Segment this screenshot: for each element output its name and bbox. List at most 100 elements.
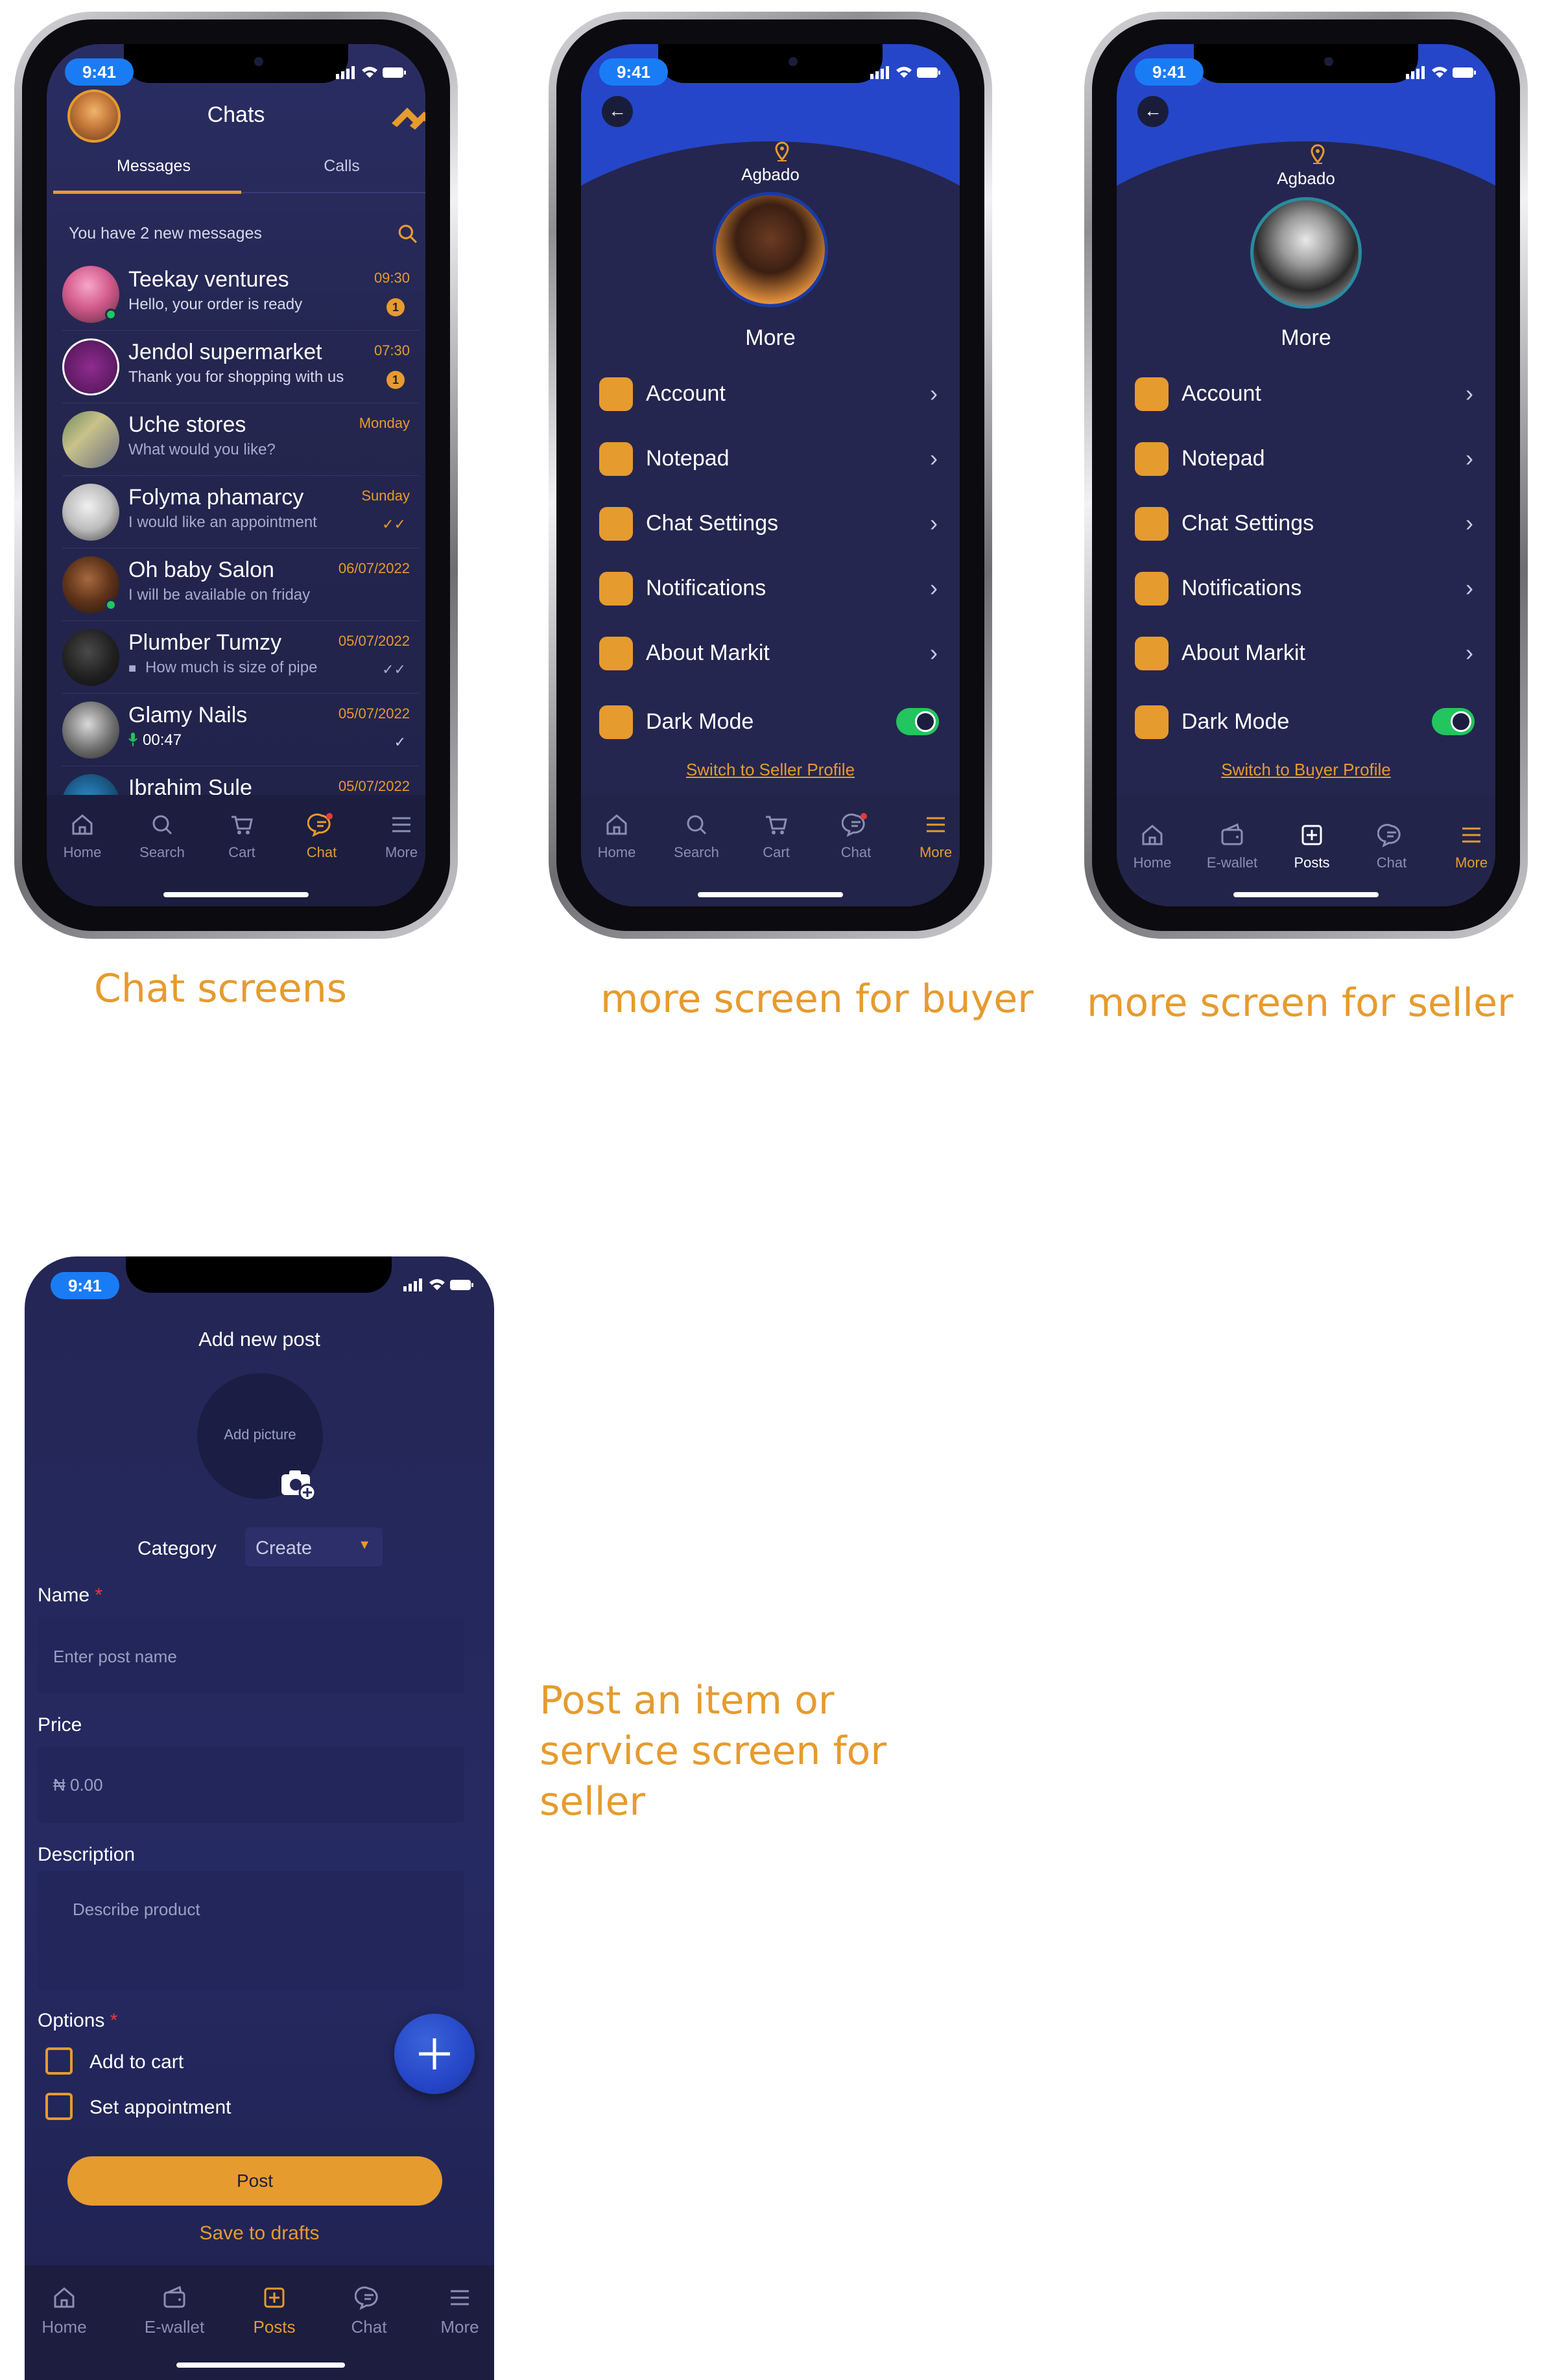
menu-item-notifications[interactable]: Notifications › bbox=[1135, 568, 1477, 609]
home-icon bbox=[54, 2287, 75, 2308]
chat-row[interactable]: Uche stores What would you like? Monday bbox=[62, 403, 419, 476]
profile-picture[interactable] bbox=[1250, 197, 1362, 309]
nav-chat[interactable]: Chat bbox=[820, 810, 892, 861]
switch-profile-link[interactable]: Switch to Buyer Profile bbox=[1117, 760, 1495, 780]
nav-cart[interactable]: Cart bbox=[741, 810, 812, 861]
chat-name: Uche stores bbox=[128, 412, 246, 437]
phone-chat: 9:41 Chats Messages Calls You have 2 new… bbox=[14, 12, 458, 939]
search-icon[interactable] bbox=[397, 223, 418, 244]
nav-home[interactable]: Home bbox=[29, 2283, 100, 2337]
camera-dot bbox=[788, 57, 798, 66]
options-label: Options * bbox=[38, 2010, 117, 2032]
chat-row[interactable]: Jendol supermarket Thank you for shoppin… bbox=[62, 331, 419, 403]
chat-row[interactable]: Glamy Nails 00:47 05/07/2022 ✓ bbox=[62, 694, 419, 766]
description-input[interactable]: Describe product bbox=[38, 1871, 464, 1990]
nav-ewallet[interactable]: E-wallet bbox=[1196, 821, 1268, 871]
nav-home[interactable]: Home bbox=[1117, 821, 1188, 871]
nav-chat[interactable]: Chat bbox=[333, 2283, 405, 2337]
post-button[interactable]: Post bbox=[67, 2156, 442, 2206]
add-option-button[interactable] bbox=[394, 2014, 475, 2094]
price-label: Price bbox=[38, 1714, 82, 1736]
phone-bezel: 9:41 ← Agbado More Account › Notepad › C… bbox=[556, 19, 984, 931]
nav-more[interactable]: More bbox=[424, 2283, 494, 2337]
bottom-nav: Home E-wallet Posts Chat More bbox=[1117, 795, 1495, 906]
nav-label: Home bbox=[63, 844, 102, 860]
menu-label: About Markit bbox=[646, 641, 770, 665]
status-icons bbox=[870, 66, 940, 79]
chevron-right-icon: › bbox=[930, 380, 938, 406]
chat-row[interactable]: Folyma phamarcy I would like an appointm… bbox=[62, 476, 419, 548]
nav-ewallet[interactable]: E-wallet bbox=[132, 2283, 217, 2337]
chat-row[interactable]: Teekay ventures Hello, your order is rea… bbox=[62, 258, 419, 331]
set-appointment-checkbox[interactable] bbox=[45, 2093, 73, 2120]
markit-logo-icon[interactable] bbox=[390, 104, 425, 132]
chat-preview: What would you like? bbox=[128, 441, 276, 458]
profile-picture[interactable] bbox=[713, 192, 828, 307]
name-input[interactable]: Enter post name bbox=[38, 1617, 464, 1693]
page-title: More bbox=[1281, 325, 1331, 350]
caption-post: Post an item or service screen for selle… bbox=[540, 1678, 887, 1824]
nav-home[interactable]: Home bbox=[581, 810, 652, 861]
chat-row[interactable]: Plumber Tumzy ■ How much is size of pipe… bbox=[62, 621, 419, 694]
camera-add-icon[interactable] bbox=[279, 1468, 318, 1502]
nav-search[interactable]: Search bbox=[661, 810, 732, 861]
menu-label: Notepad bbox=[646, 446, 730, 471]
moon-icon bbox=[599, 705, 633, 739]
menu-label: Account bbox=[646, 381, 726, 406]
tab-calls[interactable]: Calls bbox=[261, 157, 423, 176]
category-select[interactable]: Create ▼ bbox=[245, 1527, 383, 1566]
avatar bbox=[62, 484, 119, 541]
location-label: Agbado bbox=[741, 165, 800, 184]
nav-label: Chat bbox=[351, 2317, 387, 2337]
more-buyer-screen: 9:41 ← Agbado More Account › Notepad › C… bbox=[581, 44, 960, 906]
avatar bbox=[62, 338, 119, 395]
price-input[interactable]: ₦ 0.00 bbox=[38, 1747, 464, 1823]
add-to-cart-checkbox[interactable] bbox=[45, 2047, 73, 2075]
nav-home[interactable]: Home bbox=[47, 810, 118, 861]
chat-time: 09:30 bbox=[374, 270, 410, 286]
back-button[interactable]: ← bbox=[1137, 96, 1169, 127]
switch-profile-link[interactable]: Switch to Seller Profile bbox=[581, 760, 960, 780]
dark-mode-toggle[interactable] bbox=[1432, 708, 1475, 735]
menu-item-chat-settings[interactable]: Chat Settings › bbox=[599, 503, 942, 545]
camera-dot bbox=[254, 57, 263, 66]
chat-row[interactable]: Oh baby Salon I will be available on fri… bbox=[62, 548, 419, 621]
chat-settings-icon bbox=[1135, 507, 1169, 541]
cart-icon bbox=[766, 816, 787, 834]
name-placeholder: Enter post name bbox=[53, 1647, 177, 1666]
menu-item-notifications[interactable]: Notifications › bbox=[599, 568, 942, 609]
required-marker: * bbox=[110, 2010, 118, 2031]
nav-more[interactable]: More bbox=[1436, 821, 1495, 871]
chat-preview: Hello, your order is ready bbox=[128, 296, 303, 313]
nav-chat[interactable]: Chat bbox=[1356, 821, 1427, 871]
nav-posts[interactable]: Posts bbox=[1276, 821, 1348, 871]
new-messages-banner: You have 2 new messages bbox=[69, 224, 262, 242]
add-picture-label: Add picture bbox=[224, 1426, 296, 1443]
chat-preview: How much is size of pipe bbox=[145, 659, 318, 676]
menu-item-chat-settings[interactable]: Chat Settings › bbox=[1135, 503, 1477, 545]
dark-mode-toggle[interactable] bbox=[896, 708, 939, 735]
nav-label: Chat bbox=[840, 844, 872, 860]
nav-search[interactable]: Search bbox=[126, 810, 198, 861]
menu-item-account[interactable]: Account › bbox=[599, 373, 942, 415]
menu-item-about[interactable]: About Markit › bbox=[1135, 633, 1477, 674]
nav-cart[interactable]: Cart bbox=[206, 810, 278, 861]
nav-more[interactable]: More bbox=[366, 810, 425, 861]
menu-item-account[interactable]: Account › bbox=[1135, 373, 1477, 415]
chat-time: Monday bbox=[359, 415, 410, 431]
status-icons bbox=[1406, 66, 1476, 79]
price-placeholder: ₦ 0.00 bbox=[53, 1775, 103, 1795]
menu-item-notepad[interactable]: Notepad › bbox=[599, 438, 942, 480]
tab-messages[interactable]: Messages bbox=[73, 157, 235, 176]
nav-more[interactable]: More bbox=[900, 810, 960, 861]
back-button[interactable]: ← bbox=[602, 96, 633, 127]
dropdown-arrow-icon: ▼ bbox=[358, 1538, 371, 1552]
menu-item-notepad[interactable]: Notepad › bbox=[1135, 438, 1477, 480]
nav-chat[interactable]: Chat bbox=[286, 810, 357, 861]
menu-item-about[interactable]: About Markit › bbox=[599, 633, 942, 674]
chat-icon bbox=[842, 813, 867, 837]
save-drafts-link[interactable]: Save to drafts bbox=[25, 2222, 494, 2245]
nav-posts[interactable]: Posts bbox=[239, 2283, 310, 2337]
chat-time: 06/07/2022 bbox=[338, 560, 410, 576]
mic-icon bbox=[128, 733, 137, 746]
